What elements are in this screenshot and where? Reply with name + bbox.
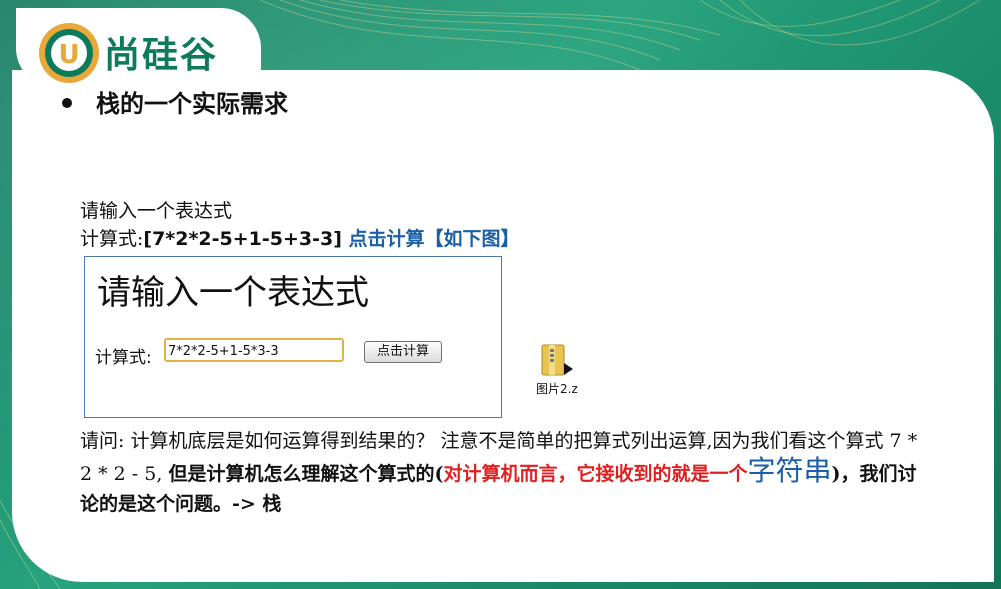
slide-title-text: 栈的一个实际需求: [96, 89, 288, 118]
para-part2: 但是计算机怎么理解这个算式的(: [168, 463, 444, 485]
intro-line2: 计算式:[7*2*2-5+1-5+3-3] 点击计算【如下图】: [80, 224, 520, 251]
calculate-button[interactable]: 点击计算: [364, 341, 442, 363]
logo-u-icon: U: [39, 23, 99, 83]
logo-brand-text: 尚硅谷: [104, 35, 219, 76]
logo: U 尚硅谷: [16, 8, 261, 88]
intro-prefix: 计算式:: [80, 228, 144, 250]
zip-file-icon[interactable]: [540, 341, 574, 379]
intro-expression: [7*2*2-5+1-5+3-3]: [143, 228, 342, 250]
intro-line1: 请输入一个表达式: [80, 200, 233, 222]
demo-title: 请输入一个表达式: [97, 273, 369, 313]
expression-input[interactable]: [164, 338, 344, 362]
intro-action: 点击计算【如下图】: [341, 228, 520, 250]
explanation-paragraph: 请问: 计算机底层是如何运算得到结果的？ 注意不是简单的把算式列出运算,因为我们…: [80, 426, 920, 519]
para-part4: 字符串: [747, 454, 832, 487]
demo-label: 计算式:: [95, 348, 152, 368]
bullet-icon: [62, 97, 72, 108]
file-label[interactable]: 图片2.z: [536, 380, 578, 397]
demo-screenshot: 请输入一个表达式 计算式: 点击计算: [84, 256, 502, 418]
slide-title: 栈的一个实际需求: [62, 84, 288, 119]
para-part3: 对计算机而言，它接收到的就是一个: [443, 463, 748, 485]
logo-letter: U: [58, 40, 79, 70]
